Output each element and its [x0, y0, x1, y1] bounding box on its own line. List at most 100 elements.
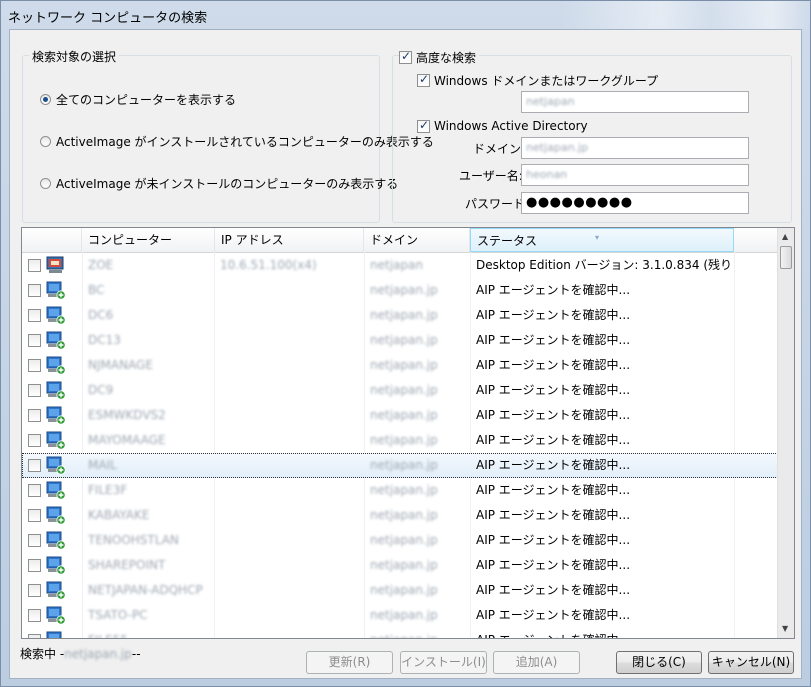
table-row[interactable]: FILE55 netjapan.jp AIP エージェントを確認中...	[22, 628, 778, 638]
add-button[interactable]: 追加(A)	[493, 651, 580, 674]
cancel-button[interactable]: キャンセル(N)	[708, 651, 794, 674]
table-row[interactable]: FILE3F netjapan.jp AIP エージェントを確認中...	[22, 478, 778, 503]
window-title: ネットワーク コンピュータの検索	[8, 11, 208, 26]
radio-show-not-installed[interactable]: ActiveImage が未インストールのコンピューターのみ表示する	[40, 175, 398, 192]
active-directory-checkbox[interactable]: Windows Active Directory	[417, 118, 588, 133]
table-row[interactable]: NJMANAGE netjapan.jp AIP エージェントを確認中...	[22, 353, 778, 378]
row-checkbox[interactable]	[28, 609, 41, 622]
header-ip-address[interactable]: IP アドレス	[215, 228, 364, 252]
row-checkbox[interactable]	[28, 459, 41, 472]
checkbox-checked[interactable]	[399, 49, 412, 64]
table-row[interactable]: MAYOMAAGE netjapan.jp AIP エージェントを確認中...	[22, 428, 778, 453]
vertical-scrollbar[interactable]: ▲ ▼	[777, 228, 794, 638]
scrollbar-thumb[interactable]	[780, 246, 792, 269]
username-input[interactable]: heonan	[521, 164, 749, 186]
row-checkbox[interactable]	[28, 259, 41, 272]
row-checkbox[interactable]	[28, 584, 41, 597]
row-checkbox[interactable]	[28, 284, 41, 297]
title-bar[interactable]: ネットワーク コンピュータの検索	[1, 1, 810, 29]
cell-domain: netjapan.jp	[370, 583, 438, 597]
cell-ip-address	[220, 528, 360, 553]
radio-show-all-label: 全てのコンピューターを表示する	[56, 93, 237, 107]
cell-status: AIP エージェントを確認中...	[476, 433, 631, 447]
dialog-window: ネットワーク コンピュータの検索 検索対象の選択 全てのコンピューターを表示する…	[0, 0, 811, 687]
cell-ip-address	[220, 578, 360, 603]
computer-list[interactable]: コンピューター IP アドレス ドメイン ▾ ステータス ZOE 10.6.51.…	[21, 227, 795, 639]
row-checkbox[interactable]	[28, 559, 41, 572]
status-suffix: --	[131, 647, 141, 661]
refresh-button[interactable]: 更新(R)	[306, 651, 393, 674]
cell-status: AIP エージェントを確認中...	[476, 333, 631, 347]
table-row[interactable]: DC6 netjapan.jp AIP エージェントを確認中...	[22, 303, 778, 328]
cell-status: AIP エージェントを確認中...	[476, 628, 732, 638]
row-checkbox[interactable]	[28, 384, 41, 397]
cell-ip-address	[220, 553, 360, 578]
cell-computer: MAIL	[88, 458, 117, 472]
cell-ip-address	[220, 403, 360, 428]
list-header: コンピューター IP アドレス ドメイン ▾ ステータス	[22, 228, 778, 253]
username-label: ユーザー名:	[459, 169, 523, 183]
scroll-down-arrow-icon[interactable]: ▼	[782, 624, 788, 633]
cell-computer: MAYOMAAGE	[88, 433, 166, 447]
cell-status: AIP エージェントを確認中...	[476, 283, 631, 297]
cell-computer: DC13	[88, 333, 121, 347]
row-checkbox[interactable]	[28, 484, 41, 497]
table-row[interactable]: BC netjapan.jp AIP エージェントを確認中...	[22, 278, 778, 303]
table-row[interactable]: MAIL netjapan.jp AIP エージェントを確認中...	[22, 453, 778, 478]
cell-status: Desktop Edition バージョン: 3.1.0.834 (残り評...	[476, 258, 732, 272]
radio-button[interactable]	[40, 136, 51, 147]
table-row[interactable]: TSATO-PC netjapan.jp AIP エージェントを確認中...	[22, 603, 778, 628]
domain-input[interactable]: netjapan.jp	[521, 137, 749, 159]
table-row[interactable]: SHAREPOINT netjapan.jp AIP エージェントを確認中...	[22, 553, 778, 578]
radio-show-installed[interactable]: ActiveImage がインストールされているコンピューターのみ表示する	[40, 133, 434, 150]
table-row[interactable]: ZOE 10.6.51.100(x4) netjapan Desktop Editio…	[22, 253, 778, 278]
row-checkbox[interactable]	[28, 634, 41, 638]
dialog-client-area: 検索対象の選択 全てのコンピューターを表示する ActiveImage がインス…	[9, 29, 802, 679]
close-button[interactable]: 閉じる(C)	[616, 651, 702, 674]
cell-status: AIP エージェントを確認中...	[476, 533, 631, 547]
row-checkbox[interactable]	[28, 509, 41, 522]
username-value: heonan	[526, 168, 568, 181]
cell-domain: netjapan.jp	[370, 533, 438, 547]
table-row[interactable]: TENOOHSTLAN netjapan.jp AIP エージェントを確認中...	[22, 528, 778, 553]
table-row[interactable]: DC9 netjapan.jp AIP エージェントを確認中...	[22, 378, 778, 403]
cell-ip-address	[220, 628, 360, 638]
header-checkbox-column[interactable]	[22, 228, 82, 252]
cell-computer: NJMANAGE	[88, 358, 153, 372]
network-pc-icon	[46, 631, 66, 638]
radio-show-all[interactable]: 全てのコンピューターを表示する	[40, 91, 236, 108]
workgroup-input[interactable]: netjapan	[521, 91, 749, 113]
header-status[interactable]: ▾ ステータス	[470, 228, 734, 252]
row-checkbox[interactable]	[28, 409, 41, 422]
radio-button[interactable]	[40, 178, 51, 189]
checkbox-checked[interactable]	[417, 72, 430, 87]
workgroup-checkbox[interactable]: Windows ドメインまたはワークグループ	[417, 72, 658, 89]
cell-ip-address	[220, 453, 360, 478]
header-computer[interactable]: コンピューター	[82, 228, 215, 252]
header-status-label: ステータス	[477, 234, 538, 248]
table-row[interactable]: ESMWKDVS2 netjapan.jp AIP エージェントを確認中...	[22, 403, 778, 428]
row-checkbox[interactable]	[28, 334, 41, 347]
row-checkbox[interactable]	[28, 359, 41, 372]
network-pc-icon	[46, 556, 66, 575]
cell-ip-address	[220, 378, 360, 403]
header-domain[interactable]: ドメイン	[364, 228, 470, 252]
network-pc-icon	[46, 381, 66, 400]
row-checkbox[interactable]	[28, 309, 41, 322]
password-input[interactable]: ●●●●●●●●●	[521, 192, 749, 214]
checkbox-checked[interactable]	[417, 118, 430, 133]
cell-status: AIP エージェントを確認中...	[476, 308, 631, 322]
radio-button-selected[interactable]	[40, 94, 51, 105]
install-button[interactable]: インストール(I)	[400, 651, 487, 674]
cell-computer: NETJAPAN-ADQHCP	[88, 583, 203, 597]
advanced-search-checkbox[interactable]: 高度な検索	[399, 49, 480, 66]
table-row[interactable]: KABAYAKE netjapan.jp AIP エージェントを確認中...	[22, 503, 778, 528]
scroll-up-arrow-icon[interactable]: ▲	[782, 232, 788, 241]
table-row[interactable]: NETJAPAN-ADQHCP netjapan.jp AIP エージェントを確認中…	[22, 578, 778, 603]
cell-computer: BC	[88, 283, 105, 297]
row-checkbox[interactable]	[28, 434, 41, 447]
row-checkbox[interactable]	[28, 534, 41, 547]
table-row[interactable]: DC13 netjapan.jp AIP エージェントを確認中...	[22, 328, 778, 353]
cell-computer: DC6	[88, 308, 114, 322]
cell-status: AIP エージェントを確認中...	[476, 458, 631, 472]
